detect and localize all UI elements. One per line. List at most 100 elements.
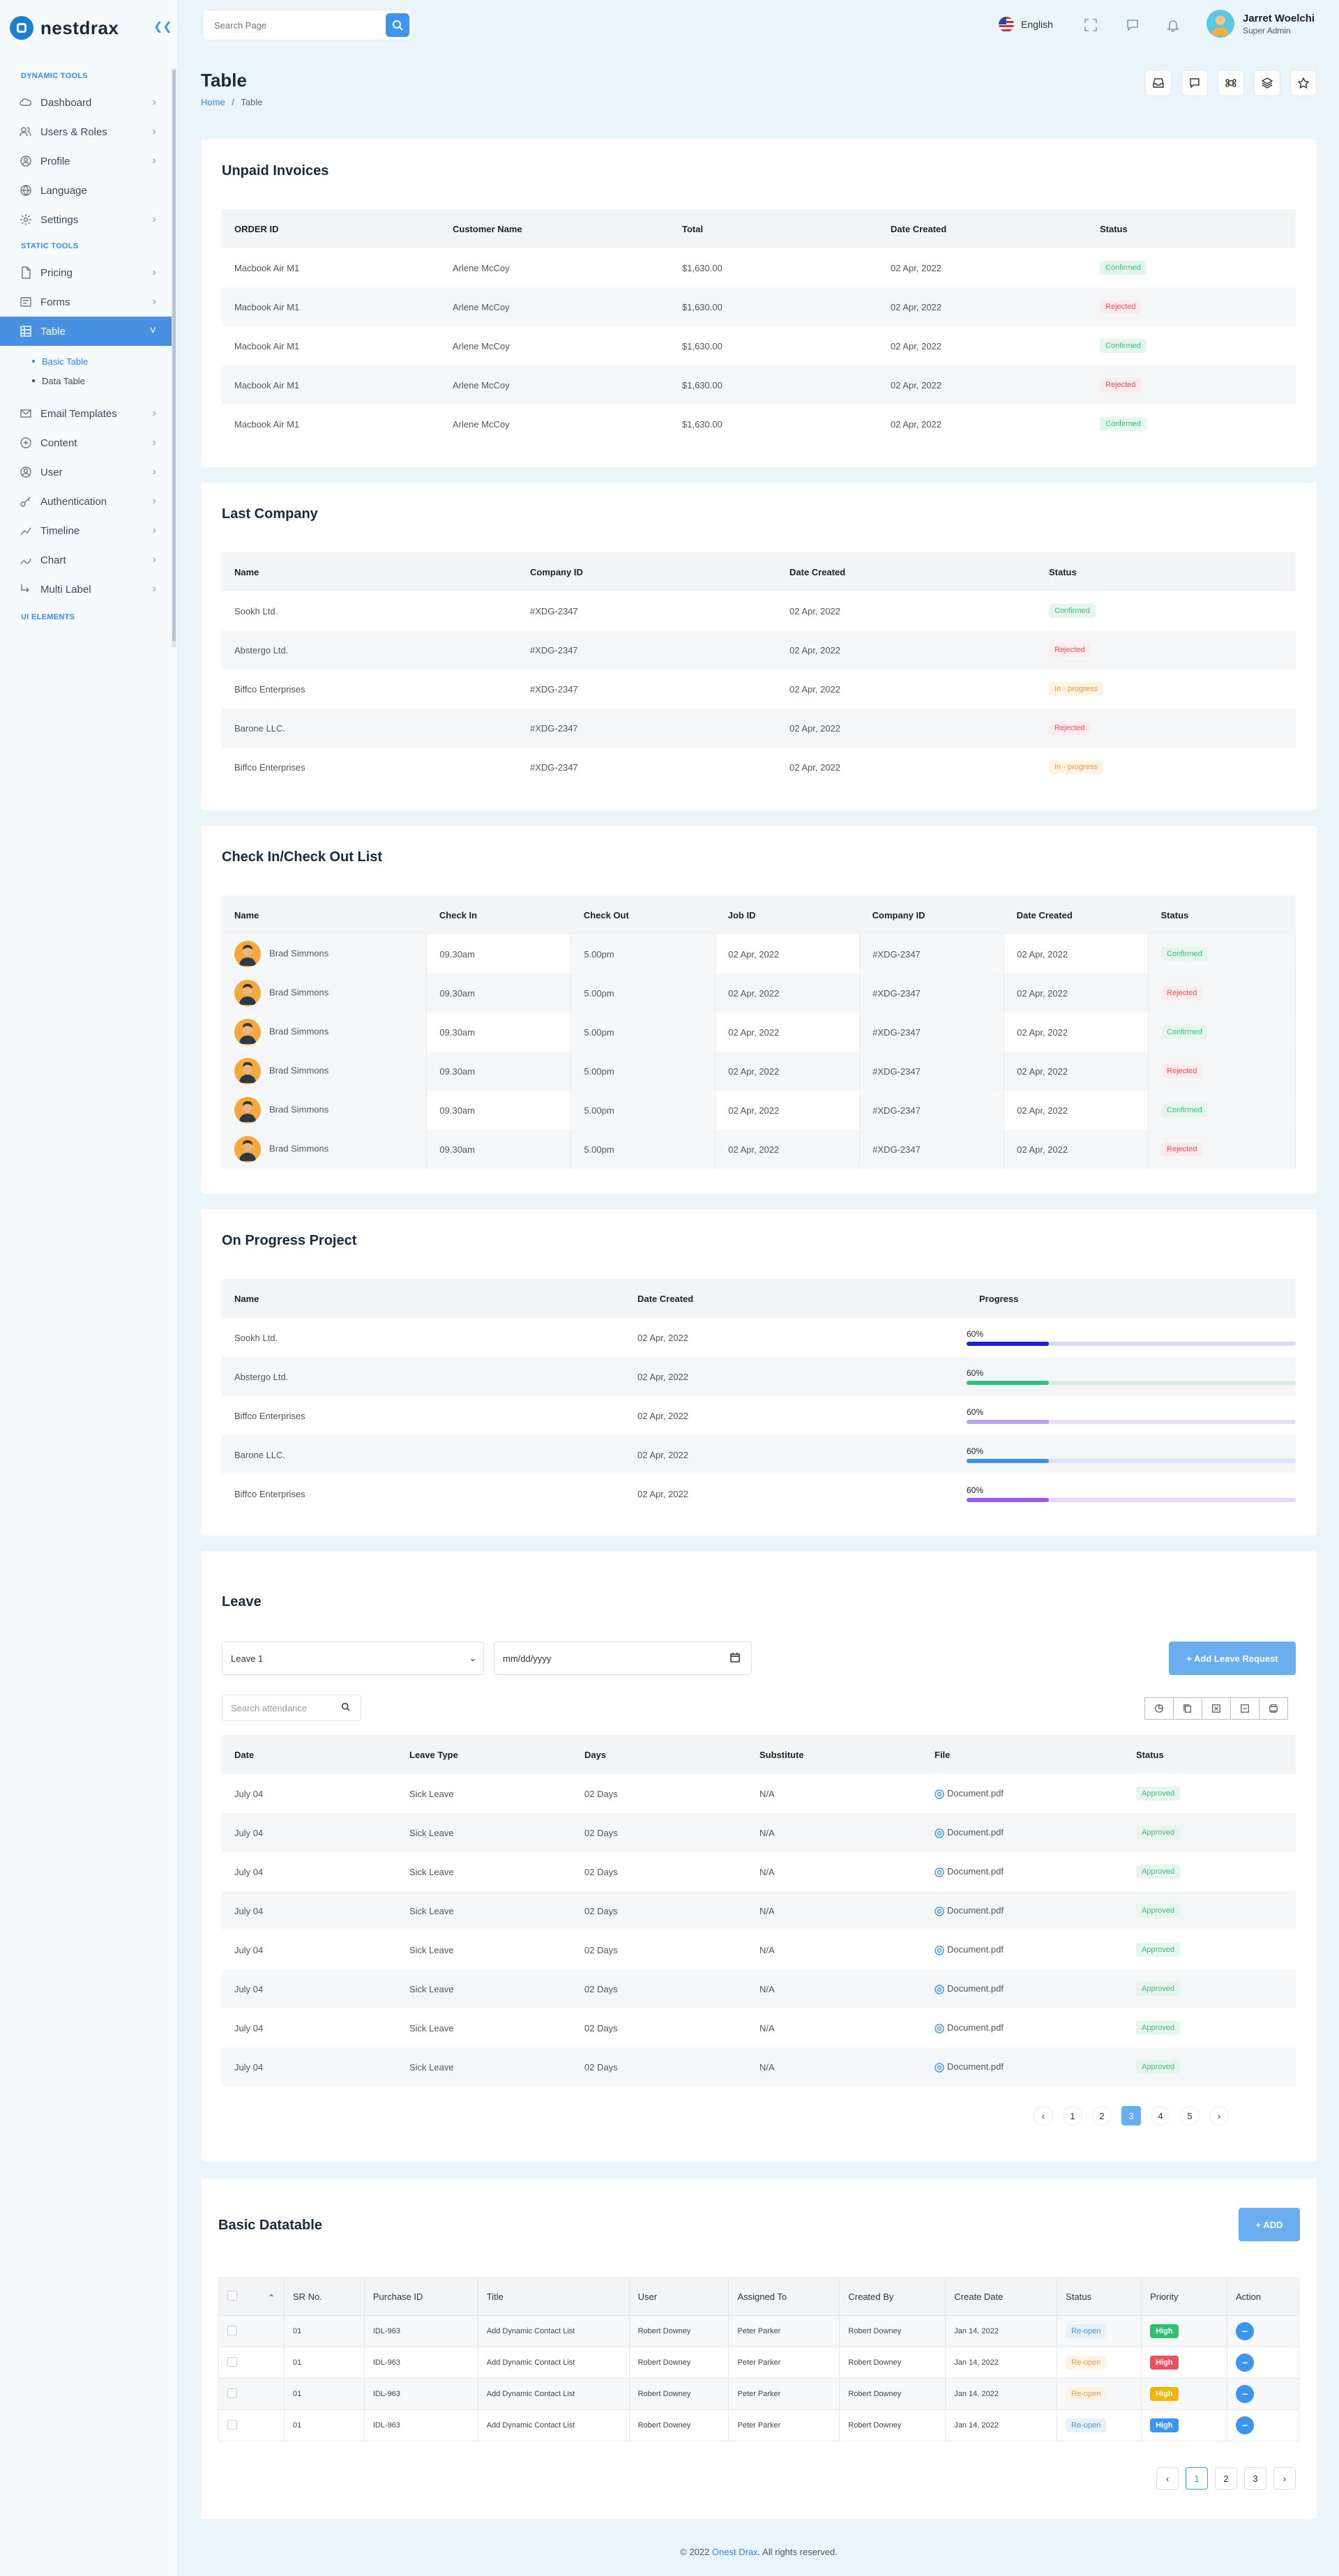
prev-page-icon[interactable]: ‹ <box>1156 2467 1179 2490</box>
footer-brand-link[interactable]: Onest Drax <box>712 2547 758 2557</box>
breadcrumb-home[interactable]: Home <box>201 97 225 107</box>
calendar-icon[interactable] <box>730 1652 751 1665</box>
sidebar-item-language[interactable]: Language <box>0 176 172 205</box>
table-row: Brad Simmons 09.30am 5.00pm 02 Apr, 2022 #XD… <box>222 1130 1296 1169</box>
page-2-button[interactable]: 2 <box>1215 2467 1237 2490</box>
table-cell: 02 Days <box>572 1891 747 1930</box>
progress-bar <box>967 1498 1296 1502</box>
column-header[interactable]: Created By <box>839 2278 946 2316</box>
star-icon[interactable] <box>1290 70 1317 96</box>
file-cell: Document.pdf <box>922 1891 1124 1930</box>
file-link[interactable]: Document.pdf <box>947 1983 1004 1994</box>
select-all-checkbox[interactable] <box>227 2291 237 2301</box>
status-badge: Rejected <box>1161 986 1203 1000</box>
more-actions-icon[interactable]: − <box>1235 2385 1254 2403</box>
sidebar-item-pricing[interactable]: Pricing › <box>0 258 172 287</box>
row-checkbox[interactable] <box>227 2419 237 2430</box>
file-link[interactable]: Document.pdf <box>947 2061 1004 2072</box>
file-link[interactable]: Document.pdf <box>947 1827 1004 1838</box>
column-header[interactable]: Title <box>477 2278 630 2316</box>
csv-icon[interactable] <box>1230 1697 1259 1720</box>
status-cell: Rejected <box>1148 1130 1296 1169</box>
sidebar-item-content[interactable]: Content › <box>0 428 172 457</box>
more-actions-icon[interactable]: − <box>1235 2354 1254 2372</box>
copy-icon[interactable] <box>1173 1697 1202 1720</box>
chevron-right-icon: › <box>152 155 156 167</box>
sidebar-item-user[interactable]: User › <box>0 457 172 487</box>
excel-icon[interactable] <box>1202 1697 1231 1720</box>
logo[interactable]: nestdrax <box>0 0 178 56</box>
column-header: Status <box>1087 209 1296 248</box>
attendance-search[interactable]: Search attendance <box>222 1695 361 1721</box>
sidebar-item-settings[interactable]: Settings › <box>0 205 172 234</box>
inbox-icon[interactable] <box>1145 70 1172 96</box>
file-link[interactable]: Document.pdf <box>947 1905 1004 1916</box>
more-actions-icon[interactable]: − <box>1235 2322 1254 2340</box>
bell-icon[interactable] <box>1165 17 1181 33</box>
next-page-icon[interactable]: › <box>1273 2467 1296 2490</box>
column-header[interactable]: Purchase ID <box>363 2278 478 2316</box>
sidebar-item-timeline[interactable]: Timeline › <box>0 516 172 545</box>
page-2-button[interactable]: 2 <box>1092 2106 1112 2126</box>
status-badge: Approved <box>1136 1826 1181 1840</box>
layers-icon[interactable] <box>1254 70 1280 96</box>
pie-icon[interactable] <box>1144 1697 1174 1720</box>
add-button[interactable]: + ADD <box>1239 2208 1300 2241</box>
user-menu[interactable]: Jarret Woelchi Super Admin <box>1206 10 1315 38</box>
sidebar-item-forms[interactable]: Forms › <box>0 287 172 317</box>
leave-select[interactable]: Leave 1 ⌄ <box>222 1642 484 1675</box>
file-link[interactable]: Document.pdf <box>947 1788 1004 1798</box>
sidebar-item-multi-label[interactable]: Multi Label › <box>0 575 172 604</box>
prev-page-icon[interactable]: ‹ <box>1034 2106 1053 2126</box>
row-checkbox[interactable] <box>227 2388 237 2398</box>
command-icon[interactable] <box>1218 70 1244 96</box>
add-leave-request-button[interactable]: + Add Leave Request <box>1169 1642 1296 1675</box>
column-header[interactable]: Priority <box>1141 2278 1227 2316</box>
page-4-button[interactable]: 4 <box>1151 2106 1170 2126</box>
sidebar-item-email-templates[interactable]: Email Templates › <box>0 399 172 428</box>
sidebar-scrollbar-thumb[interactable] <box>172 70 176 642</box>
language-selector[interactable]: English <box>999 17 1053 32</box>
sort-icon[interactable]: ⌃ <box>268 2293 275 2303</box>
submenu-item-basic-table[interactable]: Basic Table <box>0 351 172 371</box>
column-header[interactable]: Status <box>1057 2278 1142 2316</box>
column-header[interactable]: Action <box>1226 2278 1300 2316</box>
search-input[interactable] <box>203 10 370 40</box>
sidebar-item-profile[interactable]: Profile › <box>0 146 172 176</box>
sidebar-item-table[interactable]: Table ˅ <box>0 317 172 346</box>
page-1-button[interactable]: 1 <box>1186 2467 1208 2490</box>
column-header[interactable]: User <box>628 2278 729 2316</box>
sidebar-item-chart[interactable]: Chart › <box>0 545 172 575</box>
collapse-sidebar-icon[interactable]: ❮❮ <box>153 20 172 35</box>
file-link[interactable]: Document.pdf <box>947 1944 1004 1955</box>
submenu-item-data-table[interactable]: Data Table <box>0 371 172 391</box>
page-3-button[interactable]: 3 <box>1121 2106 1141 2126</box>
next-page-icon[interactable]: › <box>1209 2106 1229 2126</box>
search-button[interactable] <box>386 13 409 37</box>
fullscreen-icon[interactable] <box>1082 17 1099 33</box>
sidebar-item-users-roles[interactable]: Users & Roles › <box>0 117 172 146</box>
leave-date-input[interactable]: mm/dd/yyyy <box>494 1642 752 1675</box>
column-header: Company ID <box>517 552 777 591</box>
chat-icon[interactable] <box>1124 17 1141 33</box>
page-5-button[interactable]: 5 <box>1180 2106 1200 2126</box>
message-icon[interactable] <box>1181 70 1208 96</box>
file-link[interactable]: Document.pdf <box>947 1866 1004 1877</box>
row-checkbox[interactable] <box>227 2325 237 2335</box>
sidebar-item-authentication[interactable]: Authentication › <box>0 487 172 516</box>
table-cell: Arlene McCoy <box>440 287 670 326</box>
row-checkbox[interactable] <box>227 2356 237 2367</box>
more-actions-icon[interactable]: − <box>1235 2416 1254 2434</box>
print-icon[interactable] <box>1259 1697 1288 1720</box>
page-1-button[interactable]: 1 <box>1063 2106 1082 2126</box>
status-cell: Re-open <box>1057 2378 1142 2410</box>
column-header[interactable]: Assigned To <box>728 2278 840 2316</box>
search-box <box>202 10 413 40</box>
file-link[interactable]: Document.pdf <box>947 2022 1004 2033</box>
sidebar-item-dashboard[interactable]: Dashboard › <box>0 88 172 117</box>
table-cell: 01 <box>283 2347 365 2379</box>
column-header[interactable]: Create Date <box>945 2278 1058 2316</box>
column-header[interactable]: SR No. <box>283 2278 365 2316</box>
progress-bar <box>967 1459 1296 1463</box>
page-3-button[interactable]: 3 <box>1244 2467 1266 2490</box>
